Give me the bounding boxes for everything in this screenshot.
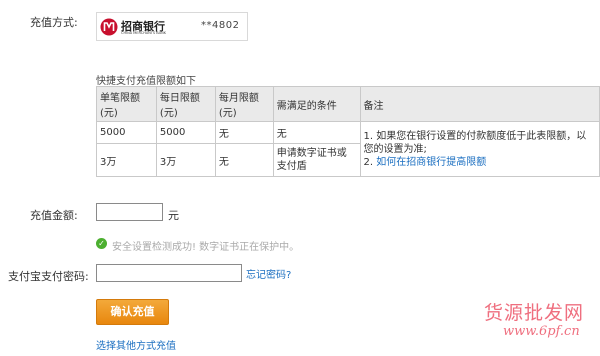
table-cell: 3万	[155, 143, 216, 177]
amount-input[interactable]	[96, 203, 163, 221]
table-cell: 申请数字证书或支付盾	[272, 143, 361, 177]
forgot-password-link[interactable]: 忘记密码?	[246, 266, 291, 281]
card-number: **4802	[201, 20, 240, 31]
table-cell: 3万	[96, 143, 157, 177]
header-notes: 备注	[359, 86, 600, 122]
table-cell: 5000	[155, 121, 216, 144]
confirm-recharge-button[interactable]: 确认充值	[96, 299, 169, 325]
payment-method-label: 充值方式:	[30, 16, 78, 29]
security-tip: 安全设置检测成功! 数字证书正在保护中。	[112, 242, 300, 253]
header-conditions: 需满足的条件	[272, 86, 361, 122]
other-method-link[interactable]: 选择其他方式充值	[96, 337, 176, 352]
watermark-text: 货源批发网	[484, 302, 585, 324]
note-item-1: 1. 如果您在银行设置的付款额度低于此表限额，以您的设置为准;	[363, 130, 587, 155]
check-icon: ✓	[96, 238, 107, 249]
password-input[interactable]	[96, 264, 242, 282]
bank-logo: 招商银行 CHINA MERCHANTS BANK	[100, 17, 192, 37]
limits-title: 快捷支付充值限额如下	[96, 76, 196, 87]
header-single-limit: 单笔限额(元)	[96, 86, 157, 122]
table-cell: 无	[272, 121, 361, 144]
raise-limit-link[interactable]: 如何在招商银行提高限额	[376, 157, 486, 168]
table-cell: 无	[214, 143, 274, 177]
table-cell: 无	[214, 121, 274, 144]
note-item-2-prefix: 2.	[363, 156, 377, 168]
header-daily-limit: 每日限额(元)	[155, 86, 216, 122]
watermark-url: www.6pf.cn	[503, 324, 580, 339]
amount-unit: 元	[168, 209, 179, 222]
password-label: 支付宝支付密码:	[8, 270, 89, 283]
notes-cell: 1. 如果您在银行设置的付款额度低于此表限额，以您的设置为准; 2. 如何在招商…	[359, 121, 600, 177]
note-item-2: 2. 如何在招商银行提高限额	[364, 156, 596, 169]
limits-table: 单笔限额(元) 每日限额(元) 每月限额(元) 需满足的条件 备注 5000 5…	[96, 86, 600, 177]
bank-logo-subtext: CHINA MERCHANTS BANK	[121, 31, 166, 35]
amount-label: 充值金额:	[30, 209, 78, 222]
header-monthly-limit: 每月限额(元)	[214, 86, 274, 122]
table-row: 5000 5000 无 无 1. 如果您在银行设置的付款额度低于此表限额，以您的…	[96, 121, 600, 177]
table-cell: 5000	[96, 121, 157, 144]
bank-card-selector[interactable]: 招商银行 CHINA MERCHANTS BANK **4802	[96, 12, 248, 41]
